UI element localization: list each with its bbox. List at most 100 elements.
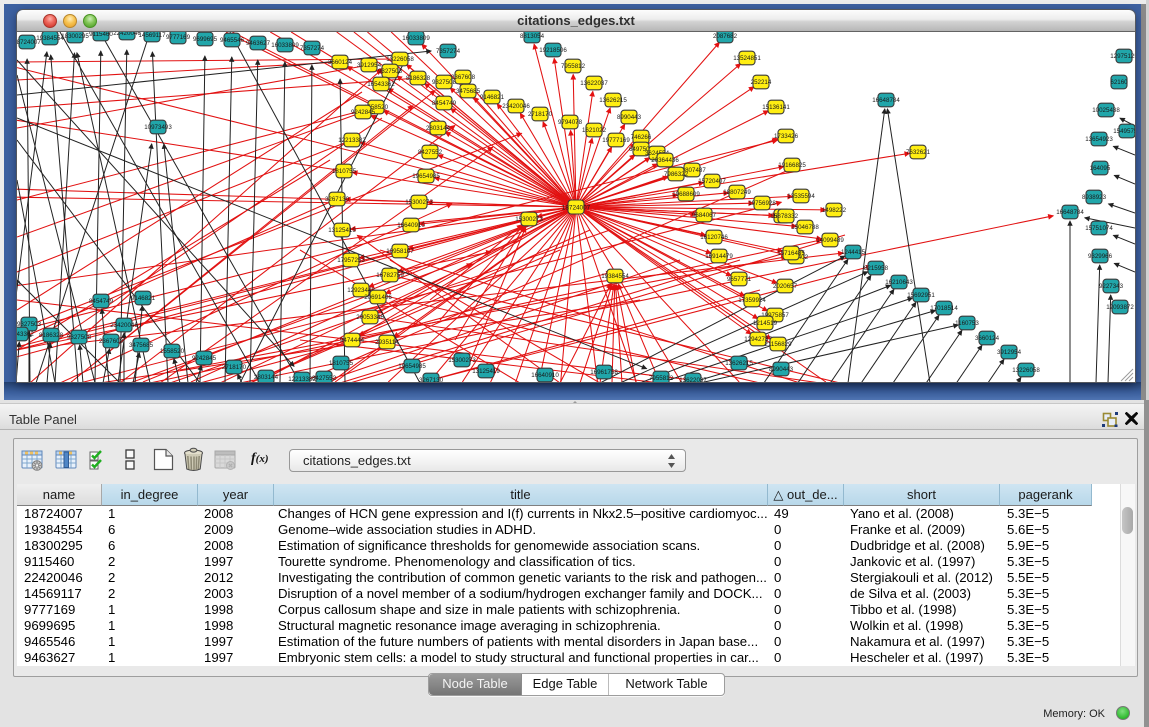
svg-text:8938923: 8938923 [1082, 194, 1107, 201]
svg-text:8186328: 8186328 [39, 332, 64, 339]
svg-text:9794078: 9794078 [558, 119, 583, 126]
svg-text:14569117: 14569117 [138, 32, 166, 39]
svg-text:1558520: 1558520 [160, 348, 185, 355]
svg-text:13125419: 13125419 [328, 227, 356, 234]
svg-text:7955812: 7955812 [649, 375, 674, 382]
svg-text:23420046: 23420046 [110, 322, 138, 329]
svg-text:16961758: 16961758 [590, 369, 618, 376]
svg-text:3475685: 3475685 [456, 88, 481, 95]
svg-text:22420046: 22420046 [113, 32, 141, 37]
svg-text:2087682: 2087682 [713, 33, 738, 40]
svg-text:1733426: 1733426 [774, 133, 799, 140]
svg-text:13125419: 13125419 [472, 368, 500, 375]
svg-text:9327503: 9327503 [378, 68, 403, 75]
svg-text:13626215: 13626215 [725, 360, 753, 367]
svg-text:9684067: 9684067 [692, 212, 717, 219]
svg-text:15720407: 15720407 [698, 178, 726, 185]
svg-text:9465546: 9465546 [220, 37, 245, 44]
svg-text:16648784: 16648784 [872, 97, 900, 104]
svg-text:9327508: 9327508 [67, 334, 92, 341]
svg-text:23420046: 23420046 [502, 103, 530, 110]
svg-text:2718170: 2718170 [528, 111, 553, 118]
svg-text:15495758: 15495758 [1113, 128, 1135, 135]
svg-text:9463627: 9463627 [246, 40, 271, 47]
svg-text:8454749: 8454749 [89, 298, 114, 305]
svg-text:7357274: 7357274 [436, 48, 461, 55]
svg-text:9242845: 9242845 [192, 355, 217, 362]
svg-text:7955812: 7955812 [561, 63, 586, 70]
svg-text:19654985: 19654985 [412, 173, 440, 180]
svg-text:16033809: 16033809 [402, 35, 430, 42]
svg-text:20364436: 20364436 [651, 157, 679, 164]
svg-text:2803144: 2803144 [254, 374, 279, 381]
svg-text:3660124: 3660124 [975, 335, 1000, 342]
svg-text:13622037: 13622037 [679, 377, 707, 382]
svg-text:252214: 252214 [751, 79, 772, 86]
svg-text:8990443: 8990443 [617, 114, 642, 121]
svg-text:7986322: 7986322 [664, 171, 689, 178]
svg-text:12213382: 12213382 [338, 137, 366, 144]
svg-text:21156829: 21156829 [764, 341, 792, 348]
svg-text:3660124: 3660124 [328, 59, 353, 66]
svg-text:17957253: 17957253 [337, 257, 365, 264]
svg-text:16543362: 16543362 [367, 81, 395, 88]
svg-text:1810755: 1810755 [329, 360, 354, 367]
svg-text:17359924: 17359924 [738, 297, 766, 304]
svg-text:19218506: 19218506 [539, 47, 567, 54]
svg-text:8990443: 8990443 [769, 366, 794, 373]
svg-text:1214519: 1214519 [753, 320, 778, 327]
svg-text:16648784: 16648784 [1056, 209, 1084, 216]
svg-text:18300295: 18300295 [61, 33, 89, 40]
svg-text:13535594: 13535594 [787, 193, 815, 200]
svg-text:9115460: 9115460 [89, 32, 113, 38]
svg-text:16033809: 16033809 [271, 42, 299, 49]
svg-text:19384554: 19384554 [36, 35, 64, 42]
svg-text:12093872: 12093872 [1106, 304, 1134, 311]
svg-text:1160753: 1160753 [955, 320, 979, 327]
svg-text:15300273: 15300273 [448, 357, 476, 364]
svg-text:2935114: 2935114 [375, 339, 399, 346]
svg-text:17018514: 17018514 [930, 305, 958, 312]
svg-text:8215958: 8215958 [864, 265, 889, 272]
svg-text:3267130: 3267130 [419, 377, 444, 382]
svg-text:3475685: 3475685 [129, 342, 154, 349]
svg-text:12975125: 12975125 [1110, 53, 1135, 60]
svg-text:15716485: 15716485 [777, 250, 805, 257]
svg-text:3267130: 3267130 [325, 196, 350, 203]
svg-text:15300273: 15300273 [405, 199, 433, 206]
svg-text:2020657: 2020657 [773, 283, 798, 290]
svg-text:1244415: 1244415 [841, 249, 866, 256]
svg-text:2367608: 2367608 [451, 74, 476, 81]
svg-text:20053346: 20053346 [356, 314, 384, 321]
svg-text:16120746: 16120746 [700, 234, 728, 241]
svg-text:19654985: 19654985 [398, 363, 426, 370]
svg-text:9227343: 9227343 [1099, 283, 1124, 290]
svg-text:10958107: 10958107 [386, 248, 414, 255]
svg-text:164095: 164095 [1090, 165, 1111, 172]
svg-text:7632621: 7632621 [906, 149, 931, 156]
svg-text:15751074: 15751074 [1085, 225, 1113, 232]
svg-text:19384554: 19384554 [601, 273, 629, 280]
svg-text:19166825: 19166825 [778, 162, 806, 169]
svg-text:15692951: 15692951 [907, 292, 935, 299]
svg-text:1498222: 1498222 [822, 207, 847, 214]
svg-text:14099489: 14099489 [816, 237, 844, 244]
svg-text:16640910: 16640910 [397, 222, 425, 229]
svg-text:9329966: 9329966 [1088, 253, 1113, 260]
svg-text:15136141: 15136141 [762, 104, 790, 111]
svg-text:20691406: 20691406 [364, 294, 392, 301]
svg-text:10025438: 10025438 [1092, 107, 1120, 114]
svg-text:5878332: 5878332 [774, 213, 799, 220]
svg-text:8186328: 8186328 [406, 75, 431, 82]
svg-text:15046788: 15046788 [791, 224, 819, 231]
svg-text:746266: 746266 [631, 134, 652, 141]
svg-text:15300273: 15300273 [515, 216, 543, 223]
svg-text:3912954: 3912954 [997, 349, 1022, 356]
svg-text:9146821: 9146821 [131, 295, 156, 302]
svg-text:13622037: 13622037 [580, 80, 608, 87]
svg-text:9146821: 9146821 [480, 94, 505, 101]
svg-text:9699695: 9699695 [193, 36, 218, 43]
svg-text:7357274: 7357274 [300, 45, 325, 52]
svg-text:10973493: 10973493 [144, 124, 172, 131]
svg-text:62160: 62160 [1110, 79, 1128, 86]
